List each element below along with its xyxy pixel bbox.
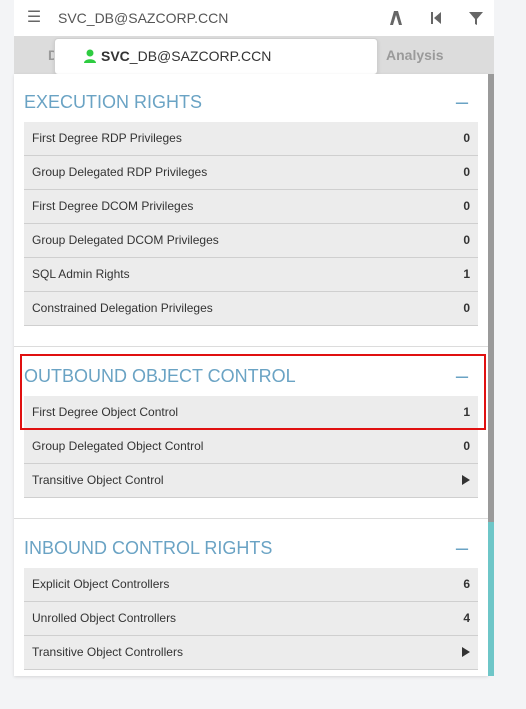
row-value: 1 (463, 405, 470, 419)
search-bar: ☰ (14, 0, 494, 37)
divider (14, 346, 488, 347)
row-value: 0 (463, 165, 470, 179)
execution-rights-header[interactable]: EXECUTION RIGHTS – (24, 87, 478, 117)
row-value: 0 (463, 233, 470, 247)
row-label: Unrolled Object Controllers (32, 611, 177, 625)
row-value: 4 (463, 611, 470, 625)
row-label: First Degree RDP Privileges (32, 131, 182, 145)
row-value: 0 (463, 301, 470, 315)
divider (14, 518, 488, 519)
row-value: 1 (463, 267, 470, 281)
table-row[interactable]: Group Delegated DCOM Privileges 0 (24, 224, 478, 258)
section-title: INBOUND CONTROL RIGHTS (24, 538, 273, 558)
row-label: Group Delegated RDP Privileges (32, 165, 208, 179)
collapse-icon[interactable]: – (452, 87, 472, 117)
menu-icon[interactable]: ☰ (24, 8, 44, 28)
scrollbar-thumb[interactable] (488, 74, 494, 522)
collapse-icon[interactable]: – (452, 533, 472, 563)
node-properties-panel: EXECUTION RIGHTS – First Degree RDP Priv… (14, 74, 488, 676)
table-row[interactable]: Transitive Object Controllers (24, 636, 478, 670)
autocomplete-dropdown[interactable]: SVC_DB@SAZCORP.CCN (54, 38, 378, 75)
row-label: First Degree DCOM Privileges (32, 199, 194, 213)
table-row[interactable]: SQL Admin Rights 1 (24, 258, 478, 292)
back-icon[interactable] (426, 8, 446, 28)
section-title: EXECUTION RIGHTS (24, 92, 203, 112)
table-row[interactable]: Transitive Object Control (24, 464, 478, 498)
row-value: 0 (463, 131, 470, 145)
table-row[interactable]: Explicit Object Controllers 6 (24, 568, 478, 602)
user-icon (84, 49, 96, 63)
suggestion-rest: _DB@SAZCORP.CCN (129, 48, 272, 64)
table-row[interactable]: Constrained Delegation Privileges 0 (24, 292, 478, 326)
inbound-control-rights-header[interactable]: INBOUND CONTROL RIGHTS – (24, 533, 478, 563)
row-label: Explicit Object Controllers (32, 577, 170, 591)
autocomplete-suggestion[interactable]: SVC_DB@SAZCORP.CCN (101, 48, 271, 64)
search-input[interactable] (58, 8, 358, 28)
tab-analysis[interactable]: Analysis (386, 36, 444, 74)
path-icon[interactable] (386, 8, 406, 28)
table-row[interactable]: Group Delegated Object Control 0 (24, 430, 478, 464)
expand-arrow-icon[interactable] (462, 475, 470, 485)
row-value: 6 (463, 577, 470, 591)
row-label: Group Delegated Object Control (32, 439, 204, 453)
table-row[interactable]: First Degree RDP Privileges 0 (24, 122, 478, 156)
expand-arrow-icon[interactable] (462, 647, 470, 657)
suggestion-bold: SVC (101, 48, 130, 64)
outbound-object-control-header[interactable]: OUTBOUND OBJECT CONTROL – (24, 361, 478, 391)
row-label: Transitive Object Control (32, 473, 164, 487)
row-label: First Degree Object Control (32, 405, 179, 419)
collapse-icon[interactable]: – (452, 361, 472, 391)
table-row[interactable]: Group Delegated RDP Privileges 0 (24, 156, 478, 190)
table-row[interactable]: Unrolled Object Controllers 4 (24, 602, 478, 636)
filter-icon[interactable] (466, 8, 486, 28)
row-label: Constrained Delegation Privileges (32, 301, 213, 315)
row-value: 0 (463, 439, 470, 453)
section-title: OUTBOUND OBJECT CONTROL (24, 366, 296, 386)
table-row[interactable]: First Degree DCOM Privileges 0 (24, 190, 478, 224)
row-label: Transitive Object Controllers (32, 645, 183, 659)
row-label: SQL Admin Rights (32, 267, 130, 281)
row-label: Group Delegated DCOM Privileges (32, 233, 219, 247)
row-value: 0 (463, 199, 470, 213)
table-row[interactable]: First Degree Object Control 1 (24, 396, 478, 430)
